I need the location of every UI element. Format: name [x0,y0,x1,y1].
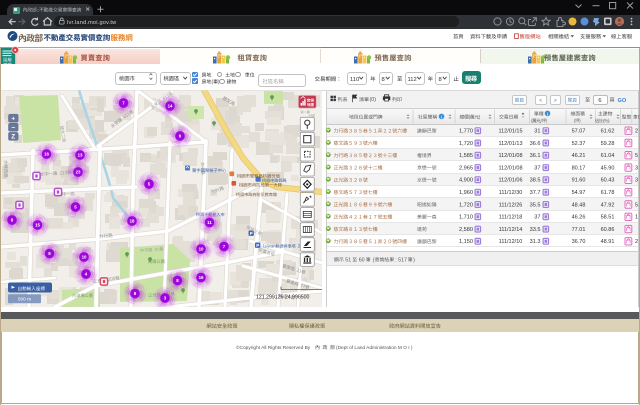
svg-text:(: ( [373,257,375,263]
svg-text:48.91: 48.91 [601,239,615,245]
svg-text:112: 112 [408,77,417,83]
svg-text:): ) [413,257,415,263]
svg-text:31: 31 [534,128,540,134]
svg-text:3: 3 [635,165,638,171]
svg-text:37.7: 37.7 [530,190,541,196]
svg-text:5: 5 [635,153,638,159]
svg-text:16: 16 [199,275,204,280]
svg-text:58.51: 58.51 [601,215,615,221]
svg-text:46.21: 46.21 [572,153,586,159]
svg-text:©Copyright All Rights Reserved: ©Copyright All Rights Reserved By [236,344,311,351]
svg-text:54.97: 54.97 [572,190,586,196]
svg-text:(Dept of Land Administration M: (Dept of Land Administration M O I ) [336,345,413,351]
svg-text:36.70: 36.70 [572,239,586,245]
svg-text:112/01/13: 112/01/13 [498,141,522,147]
svg-text:2: 2 [635,128,638,134]
svg-text:61.78: 61.78 [601,190,615,196]
svg-text:: 517: : 517 [395,257,407,263]
svg-text:11: 11 [207,220,212,225]
svg-text:23: 23 [76,170,81,175]
svg-text:36.1: 36.1 [530,153,541,159]
svg-text:2: 2 [635,239,638,245]
svg-text:111/12/26: 111/12/26 [499,202,523,208]
svg-text:1,585: 1,585 [459,153,473,159]
svg-text:(0): (0) [370,97,377,103]
svg-text:8: 8 [439,77,442,83]
svg-text:18: 18 [130,219,135,224]
svg-text:2,965: 2,965 [459,165,473,171]
svg-text:37: 37 [534,165,540,171]
svg-text:10: 10 [82,255,87,260]
svg-text:1,150: 1,150 [459,239,473,245]
svg-text:61.04: 61.04 [601,153,615,159]
svg-text:6: 6 [598,98,601,104]
svg-text:3: 3 [635,178,638,184]
svg-text:37: 37 [534,215,540,221]
svg-text:5: 5 [635,202,638,208]
svg-text:Z: Z [11,134,15,141]
svg-text:46.26: 46.26 [572,215,586,221]
svg-text:111/12/14: 111/12/14 [499,227,523,233]
svg-text:112/01/15: 112/01/15 [498,128,522,134]
svg-text:59.28: 59.28 [601,141,615,147]
svg-text:112/01/06: 112/01/06 [498,178,522,184]
svg-text:+: + [11,115,15,122]
svg-text:4,900: 4,900 [459,178,473,184]
svg-text:112/01/08: 112/01/08 [498,165,522,171]
svg-text:80.17: 80.17 [572,165,586,171]
svg-text:P: P [250,231,253,236]
svg-text:1,710: 1,710 [459,215,473,221]
svg-text:GO: GO [618,98,627,104]
svg-text:112/01/08: 112/01/08 [498,153,522,159]
svg-text:61.62: 61.62 [601,128,615,134]
svg-text:−: − [11,125,15,132]
svg-text:lvr.land.moi.gov.tw: lvr.land.moi.gov.tw [67,20,117,26]
svg-text:31.3: 31.3 [530,239,541,245]
svg-text:60.86: 60.86 [601,227,615,233]
svg-text:111/12/10: 111/12/10 [499,239,523,245]
svg-text:33.5: 33.5 [530,227,541,233]
svg-text:P: P [256,243,259,248]
svg-text:500 m: 500 m [18,297,31,303]
svg-text:1,960: 1,960 [459,190,473,196]
svg-text:15: 15 [35,223,40,228]
svg-text:91.60: 91.60 [572,178,586,184]
svg-text:16: 16 [44,152,49,157]
svg-text:14: 14 [168,104,173,109]
svg-text:36.6: 36.6 [530,141,541,147]
svg-text:<: < [539,98,542,104]
svg-text:1,720: 1,720 [459,202,473,208]
svg-text:2,580: 2,580 [459,227,473,233]
svg-text:1,770: 1,770 [459,128,473,134]
svg-text:48.48: 48.48 [572,202,586,208]
svg-text:111/12/30: 111/12/30 [499,190,523,196]
svg-text:57.07: 57.07 [572,128,586,134]
svg-text:110: 110 [350,77,359,83]
svg-text:35.5: 35.5 [530,202,541,208]
svg-text:>: > [554,98,557,104]
svg-text:77.01: 77.01 [572,227,586,233]
svg-text:13: 13 [78,153,83,158]
svg-text:1: 1 [635,215,638,221]
svg-text:1,720: 1,720 [459,141,473,147]
svg-text:45.90: 45.90 [601,165,615,171]
svg-text:47.92: 47.92 [601,202,615,208]
svg-text:51: 51 [345,257,351,263]
svg-text:52.37: 52.37 [572,141,586,147]
svg-text:10: 10 [199,247,204,252]
svg-text:60: 60 [359,257,365,263]
svg-text:8: 8 [382,77,385,83]
svg-text:121.299126 24.996500: 121.299126 24.996500 [256,295,309,301]
svg-text:38.5: 38.5 [530,178,541,184]
svg-text:60.43: 60.43 [601,178,615,184]
svg-text:111/12/18: 111/12/18 [499,215,523,221]
